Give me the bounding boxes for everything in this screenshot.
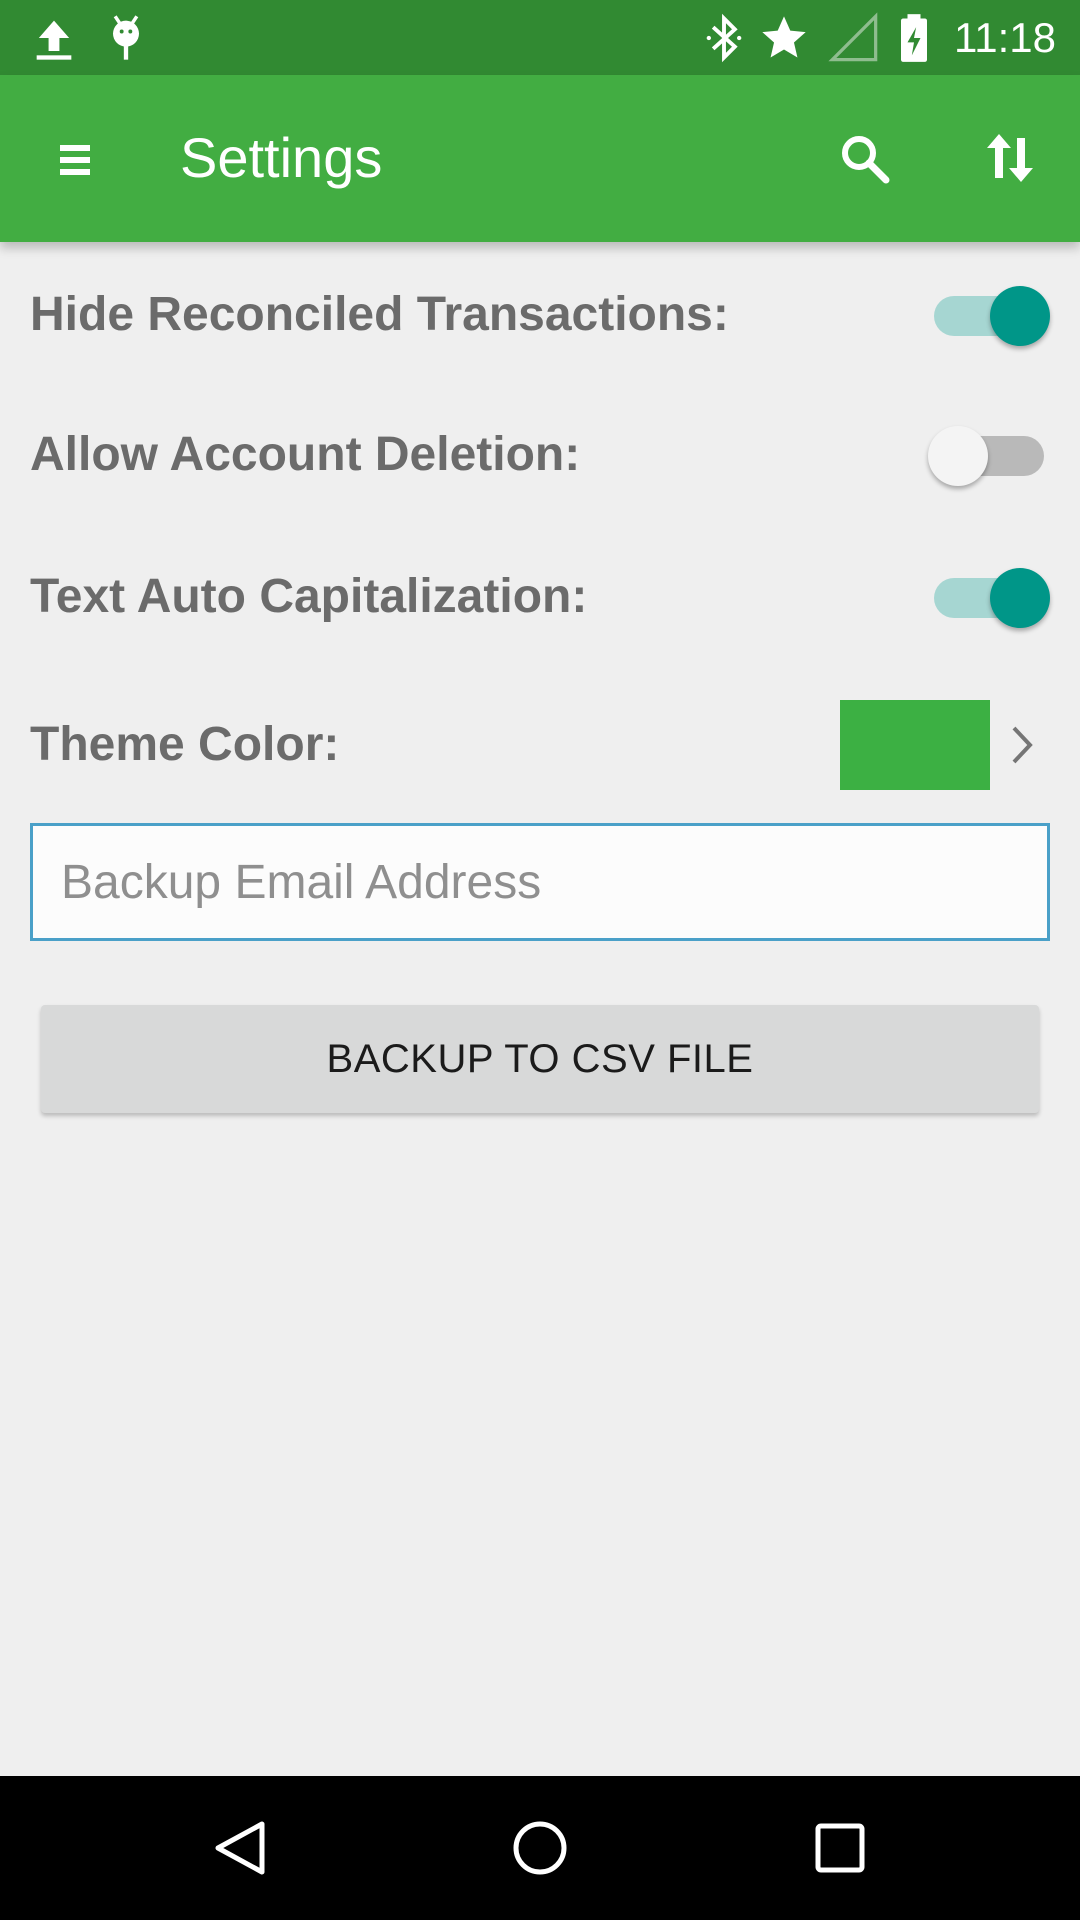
chevron-right-icon[interactable] (1002, 722, 1042, 768)
app-bar: Settings (0, 75, 1080, 242)
home-icon[interactable] (500, 1808, 580, 1888)
setting-hide-reconciled: Hide Reconciled Transactions: (30, 270, 1050, 360)
android-debug-icon (100, 12, 152, 64)
setting-theme-color[interactable]: Theme Color: (30, 700, 1050, 790)
switch-thumb (990, 568, 1050, 628)
setting-auto-capitalization: Text Auto Capitalization: (30, 552, 1050, 642)
sort-icon[interactable] (968, 116, 1052, 200)
switch-thumb (928, 426, 988, 486)
search-icon[interactable] (822, 116, 906, 200)
setting-label: Text Auto Capitalization: (30, 570, 588, 623)
setting-label: Theme Color: (30, 718, 340, 771)
no-signal-icon (828, 12, 880, 64)
hide-reconciled-toggle[interactable] (926, 286, 1050, 346)
backup-csv-button[interactable]: BACKUP TO CSV FILE (41, 1005, 1039, 1113)
theme-color-swatch[interactable] (840, 700, 990, 790)
recents-icon[interactable] (800, 1808, 880, 1888)
hamburger-menu-icon[interactable] (36, 116, 120, 200)
setting-label: Allow Account Deletion: (30, 428, 581, 481)
battery-charging-icon (888, 12, 940, 64)
allow-deletion-toggle[interactable] (926, 426, 1050, 486)
setting-label: Hide Reconciled Transactions: (30, 288, 729, 341)
bluetooth-icon (698, 12, 750, 64)
upload-icon (28, 12, 80, 64)
backup-email-input[interactable] (30, 823, 1050, 941)
switch-thumb (990, 286, 1050, 346)
status-time: 11:18 (954, 14, 1056, 61)
back-icon[interactable] (200, 1808, 280, 1888)
status-bar: 11:18 (0, 0, 1080, 75)
auto-capitalization-toggle[interactable] (926, 568, 1050, 628)
navigation-bar (0, 1776, 1080, 1920)
setting-allow-deletion: Allow Account Deletion: (30, 410, 1050, 500)
page-title: Settings (180, 126, 383, 189)
star-icon (758, 12, 810, 64)
